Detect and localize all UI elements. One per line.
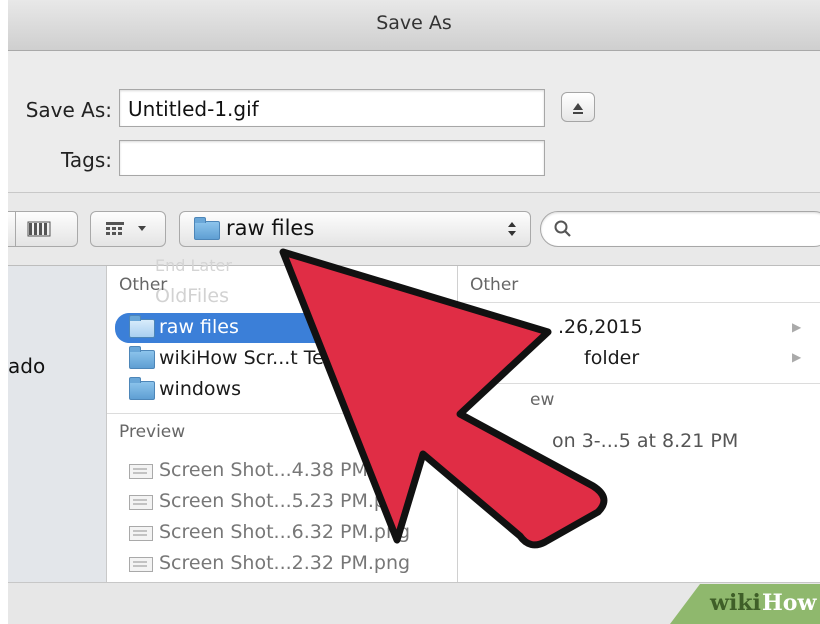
wikihow-watermark: wiki How <box>670 584 820 624</box>
watermark-how: How <box>762 590 817 616</box>
red-arrow-pointer-icon <box>279 248 608 549</box>
watermark-wiki: wiki <box>710 590 761 616</box>
